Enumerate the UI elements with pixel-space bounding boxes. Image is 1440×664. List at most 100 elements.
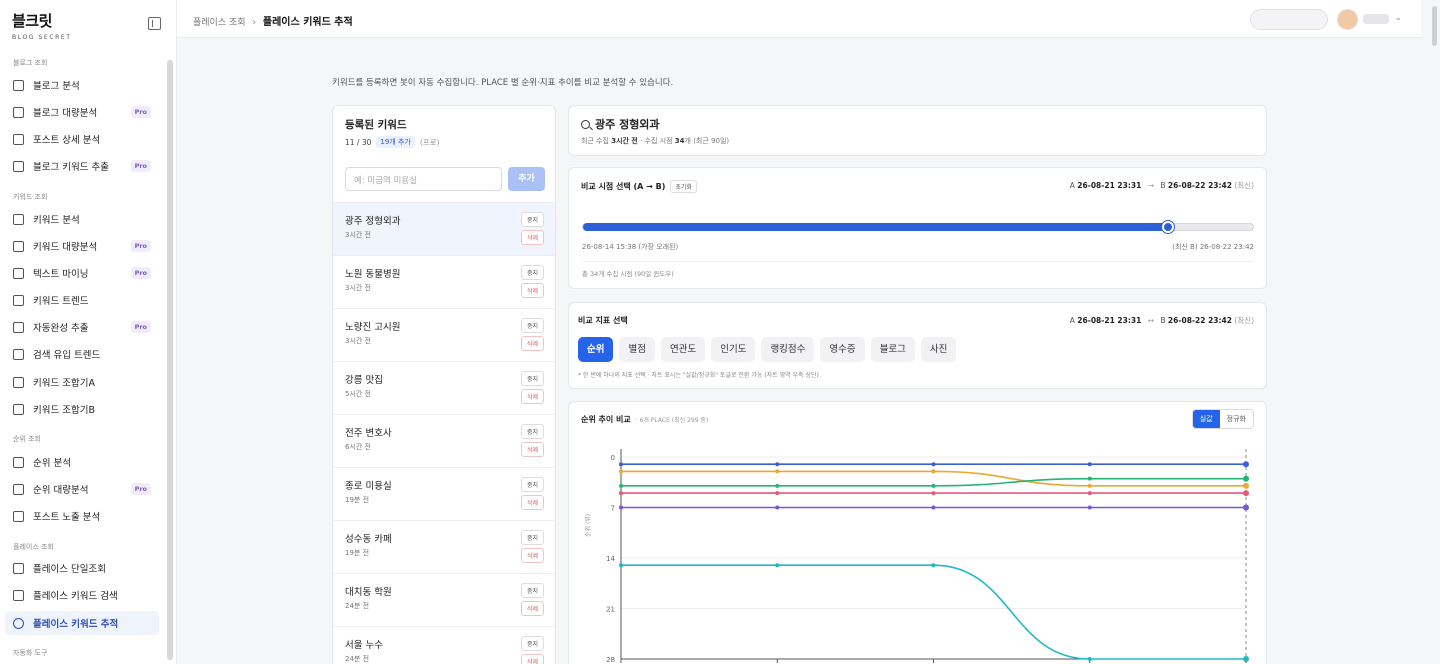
keyword-name: 광주 정형외과 — [345, 216, 401, 227]
target-icon — [13, 617, 24, 629]
place-meta-suffix: 개 (최근 90일) — [684, 137, 730, 145]
sidebar-item-label: 키워드 분석 — [33, 215, 80, 226]
stop-button[interactable]: 중지 — [521, 424, 545, 439]
brand-logo[interactable]: 블크릿 BLOG SECRET — [12, 10, 72, 41]
b-value: 26-08-22 23:42 — [1167, 316, 1232, 325]
user-search-icon — [13, 589, 24, 601]
page-scrollbar[interactable] — [1432, 6, 1437, 46]
keyword-row[interactable]: 서울 누수 24분 전 중지 삭제 — [333, 626, 555, 664]
metric-tab[interactable]: 블로그 — [870, 337, 915, 362]
delete-button[interactable]: 삭제 — [521, 654, 545, 664]
metric-tab[interactable]: 랭킹점수 — [761, 337, 815, 362]
keyword-row[interactable]: 노원 동물병원 3시간 전 중지 삭제 — [333, 255, 555, 308]
sidebar-item[interactable]: 플레이스 키워드 검색 — [5, 583, 159, 607]
sidebar-item[interactable]: 자동완성 추출 Pro — [5, 315, 159, 339]
place-meta-recent: 3시간 전 — [611, 137, 638, 145]
keyword-row[interactable]: 대치동 학원 24분 전 중지 삭제 — [333, 573, 555, 626]
download-icon — [13, 348, 24, 360]
account-pill[interactable] — [1250, 9, 1328, 30]
keyword-row[interactable]: 전주 변호사 6시간 전 중지 삭제 — [333, 414, 555, 467]
user-name[interactable] — [1363, 14, 1389, 24]
metric-tab[interactable]: 영수증 — [820, 337, 865, 362]
stop-button[interactable]: 중지 — [521, 636, 545, 651]
sidebar-item[interactable]: 순위 대량분석 Pro — [5, 477, 159, 501]
data-point — [619, 483, 623, 488]
stop-button[interactable]: 중지 — [521, 265, 545, 280]
keyword-row[interactable]: 성수동 카페 19분 전 중지 삭제 — [333, 520, 555, 573]
sidebar-item[interactable]: 플레이스 키워드 추적 — [5, 611, 159, 635]
pro-badge: Pro — [130, 106, 151, 118]
search-icon — [581, 119, 590, 129]
delete-button[interactable]: 삭제 — [521, 336, 545, 351]
metric-tab[interactable]: 연관도 — [660, 337, 706, 362]
sidebar-item[interactable]: 키워드 조합기B — [5, 397, 159, 421]
keyword-row[interactable]: 종로 미용실 19분 전 중지 삭제 — [333, 467, 555, 520]
sidebar-item-label: 키워드 트렌드 — [33, 296, 89, 307]
data-point — [1087, 483, 1092, 488]
sidebar-item[interactable]: 키워드 대량분석 Pro — [5, 234, 159, 258]
compare-time-card: 비교 시점 선택 (A → B) 초기화 A 26-08-21 23:31 → … — [568, 167, 1267, 289]
stop-button[interactable]: 중지 — [521, 477, 545, 492]
keyword-row[interactable]: 노량진 고시원 3시간 전 중지 삭제 — [333, 308, 555, 361]
b-prefix: B — [1160, 181, 1166, 190]
b-value: 26-08-22 23:42 — [1167, 181, 1232, 190]
delete-button[interactable]: 삭제 — [521, 230, 545, 245]
sidebar-scrollbar[interactable] — [167, 60, 173, 660]
metric-title: 비교 지표 선택 — [578, 316, 628, 325]
stop-button[interactable]: 중지 — [521, 318, 545, 333]
brand-name: 블크릿 — [12, 12, 52, 30]
delete-button[interactable]: 삭제 — [521, 283, 545, 298]
delete-button[interactable]: 삭제 — [521, 548, 545, 563]
sidebar-item[interactable]: 포스트 노출 분석 — [5, 504, 159, 528]
series-line — [620, 564, 1246, 660]
mode-normalized-button[interactable]: 정규화 — [1219, 410, 1253, 428]
b-prefix: B — [1160, 316, 1166, 325]
data-point — [619, 469, 623, 474]
add-keyword-button[interactable]: 추가 — [508, 167, 545, 191]
stop-button[interactable]: 중지 — [521, 530, 545, 545]
pro-badge: Pro — [130, 160, 151, 172]
keyword-row[interactable]: 강릉 맛집 5시간 전 중지 삭제 — [333, 361, 555, 414]
metric-tab[interactable]: 사진 — [920, 337, 957, 362]
grid-icon — [13, 376, 24, 388]
mode-actual-button[interactable]: 실값 — [1192, 410, 1220, 428]
delete-button[interactable]: 삭제 — [521, 495, 545, 510]
sidebar-item[interactable]: 블로그 키워드 추출 Pro — [5, 154, 159, 178]
avatar[interactable] — [1337, 9, 1358, 30]
delete-button[interactable]: 삭제 — [521, 389, 545, 404]
sidebar-item[interactable]: 검색 유입 트렌드 — [5, 342, 159, 366]
breadcrumb-parent[interactable]: 플레이스 조회 — [193, 18, 246, 28]
metric-tab[interactable]: 인기도 — [711, 337, 756, 362]
sidebar-item[interactable]: 순위 분석 — [5, 450, 159, 474]
y-tick-label: 21 — [606, 606, 615, 614]
sidebar-item[interactable]: 키워드 조합기A — [5, 370, 159, 394]
sidebar-item[interactable]: 플레이스 단일조회 — [5, 556, 159, 580]
keyword-input[interactable]: 예: 미금역 미용실 — [345, 167, 502, 191]
sidebar-item[interactable]: 키워드 분석 — [5, 207, 159, 231]
data-point — [1243, 482, 1249, 489]
stop-button[interactable]: 중지 — [521, 212, 545, 227]
delete-button[interactable]: 삭제 — [521, 601, 545, 616]
sidebar-item[interactable]: 블로그 분석 — [5, 73, 159, 97]
time-slider-track[interactable] — [582, 221, 1254, 233]
data-point — [619, 505, 623, 510]
delete-button[interactable]: 삭제 — [521, 442, 545, 457]
metric-tab[interactable]: 별점 — [619, 337, 655, 362]
chart-title: 순위 추이 비교 · 6개 PLACE (최신 299 중) — [581, 414, 708, 425]
chevron-down-icon[interactable]: ⌄ — [1395, 13, 1402, 22]
y-tick-label: 14 — [606, 555, 615, 563]
sidebar-item[interactable]: 텍스트 마이닝 Pro — [5, 261, 159, 285]
sidebar-item[interactable]: 블로그 대량분석 Pro — [5, 100, 159, 124]
sidebar-item[interactable]: 포스트 상세 분석 — [5, 127, 159, 151]
stop-button[interactable]: 중지 — [521, 371, 545, 386]
reset-button[interactable]: 초기화 — [670, 180, 697, 193]
top-bar: 플레이스 조회 › 플레이스 키워드 추적 ⌄ — [177, 0, 1421, 38]
keyword-time: 3시간 전 — [345, 337, 371, 345]
stop-button[interactable]: 중지 — [521, 583, 545, 598]
metric-tab[interactable]: 순위 — [578, 337, 614, 362]
keyword-row[interactable]: 광주 정형외과 3시간 전 중지 삭제 — [333, 202, 555, 255]
sidebar-item[interactable]: 키워드 트렌드 — [5, 288, 159, 312]
sidebar-collapse-icon[interactable] — [148, 17, 161, 30]
time-slider-handle[interactable] — [1161, 221, 1174, 233]
data-point — [775, 469, 780, 474]
